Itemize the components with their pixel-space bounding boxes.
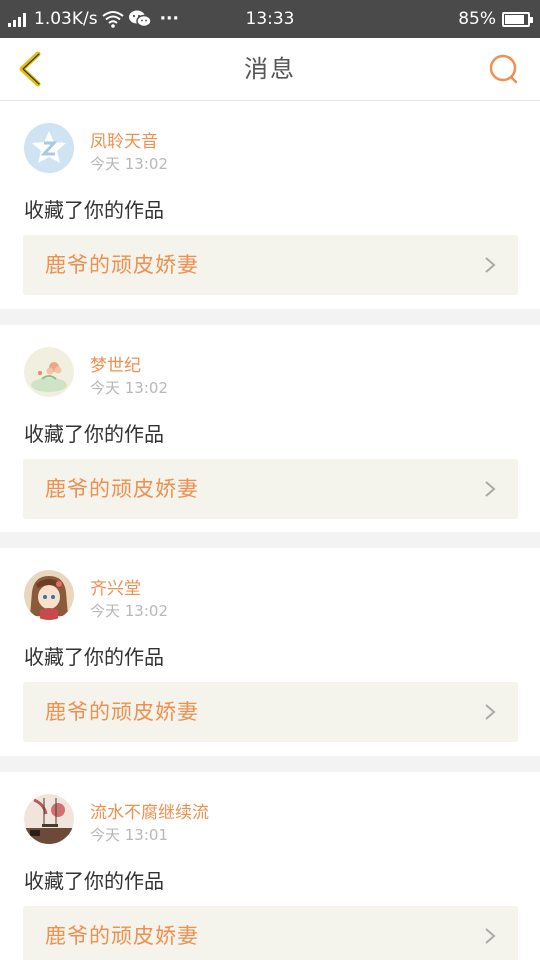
action-text: 收藏了你的作品 <box>24 198 164 222</box>
timestamp: 今天 13:02 <box>90 155 168 173</box>
work-link[interactable]: 鹿爷的顽皮娇妻 <box>23 235 518 295</box>
timestamp: 今天 13:01 <box>90 826 168 844</box>
avatar[interactable] <box>24 570 74 620</box>
flower-avatar-icon <box>24 347 74 397</box>
message-item: 凤聆天音 今天 13:02 收藏了你的作品 鹿爷的顽皮娇妻 <box>0 101 540 309</box>
search-icon[interactable] <box>488 53 520 85</box>
work-title: 鹿爷的顽皮娇妻 <box>45 477 199 501</box>
avatar[interactable] <box>24 794 74 844</box>
work-title: 鹿爷的顽皮娇妻 <box>45 700 199 724</box>
action-text: 收藏了你的作品 <box>24 422 164 446</box>
battery-icon <box>502 11 533 27</box>
username[interactable]: 齐兴堂 <box>90 574 141 599</box>
message-list: 凤聆天音 今天 13:02 收藏了你的作品 鹿爷的顽皮娇妻 梦世纪 今天 13:… <box>0 101 540 960</box>
message-item: 梦世纪 今天 13:02 收藏了你的作品 鹿爷的顽皮娇妻 <box>0 325 540 532</box>
status-bar: 1.03K/s ··· 13:33 85% <box>0 0 540 38</box>
work-title: 鹿爷的顽皮娇妻 <box>45 924 199 948</box>
username[interactable]: 流水不腐继续流 <box>90 798 209 823</box>
chevron-right-icon <box>485 257 496 273</box>
page-title: 消息 <box>244 55 296 83</box>
avatar[interactable] <box>24 347 74 397</box>
chevron-right-icon <box>485 928 496 944</box>
work-link[interactable]: 鹿爷的顽皮娇妻 <box>23 906 518 960</box>
work-title: 鹿爷的顽皮娇妻 <box>45 253 199 277</box>
message-item: 流水不腐继续流 今天 13:01 收藏了你的作品 鹿爷的顽皮娇妻 <box>0 772 540 960</box>
action-text: 收藏了你的作品 <box>24 869 164 893</box>
divider <box>0 309 540 325</box>
app-header: 消息 <box>0 38 540 101</box>
work-link[interactable]: 鹿爷的顽皮娇妻 <box>23 682 518 742</box>
message-item: 齐兴堂 今天 13:02 收藏了你的作品 鹿爷的顽皮娇妻 <box>0 548 540 756</box>
default-avatar-icon <box>24 123 74 173</box>
timestamp: 今天 13:02 <box>90 602 168 620</box>
anime-girl-avatar-icon <box>24 570 74 620</box>
action-text: 收藏了你的作品 <box>24 645 164 669</box>
username[interactable]: 梦世纪 <box>90 351 141 376</box>
status-right: 85% <box>458 0 533 38</box>
swing-avatar-icon <box>24 794 74 844</box>
divider <box>0 532 540 548</box>
chevron-right-icon <box>485 704 496 720</box>
timestamp: 今天 13:02 <box>90 379 168 397</box>
battery-percent: 85% <box>458 9 496 29</box>
username[interactable]: 凤聆天音 <box>90 127 158 152</box>
chevron-right-icon <box>485 481 496 497</box>
avatar[interactable] <box>24 123 74 173</box>
work-link[interactable]: 鹿爷的顽皮娇妻 <box>23 459 518 519</box>
divider <box>0 756 540 772</box>
